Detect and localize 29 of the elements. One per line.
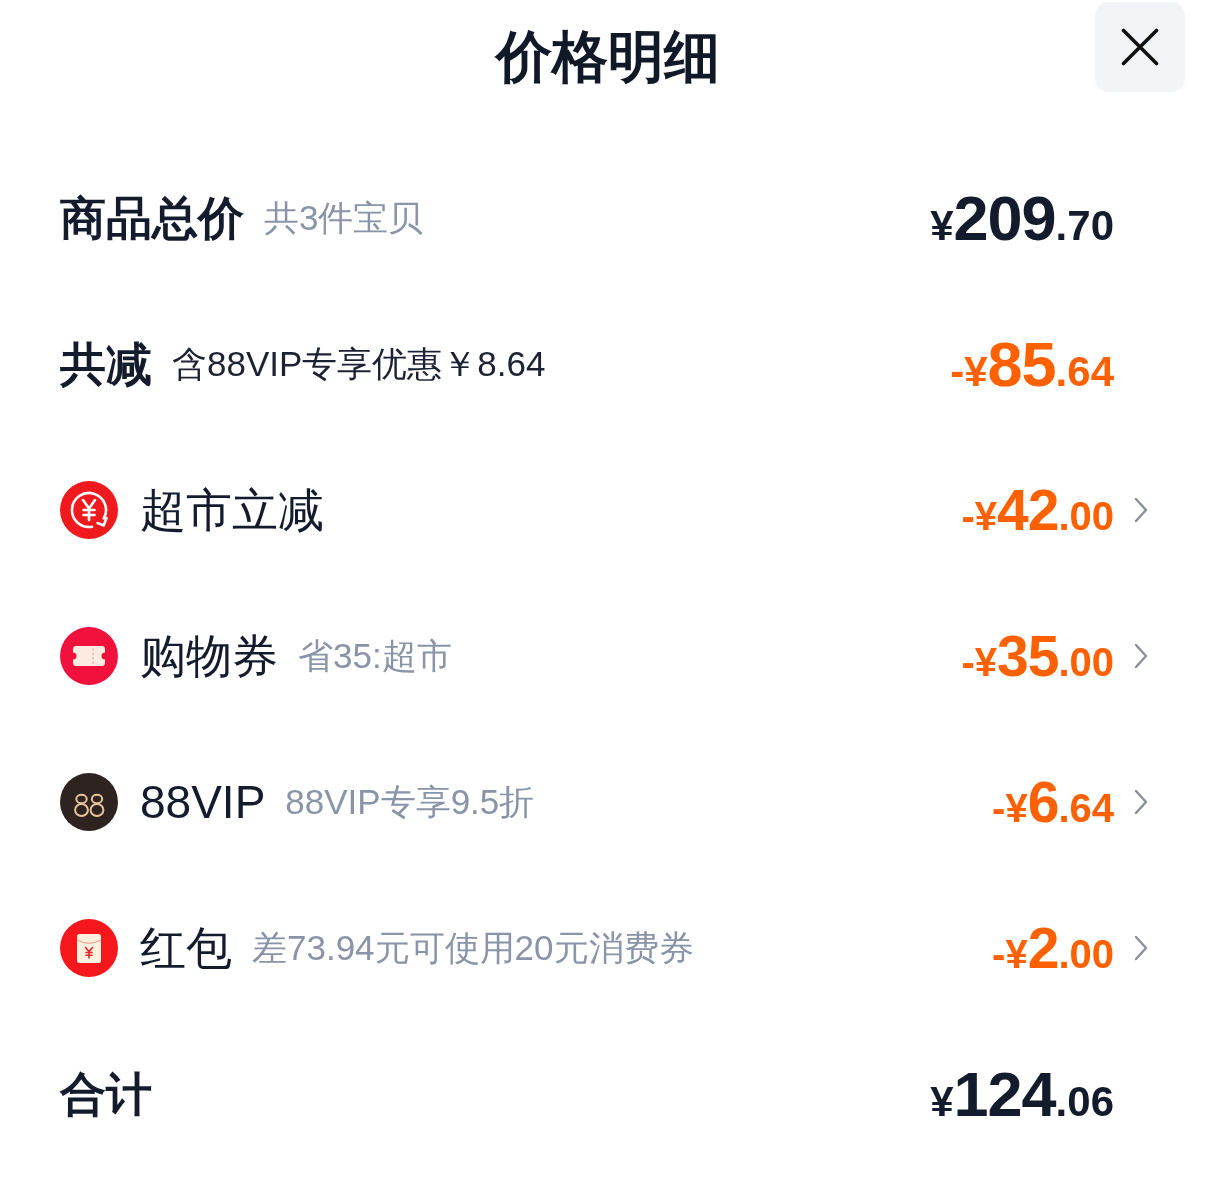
chevron-right-icon[interactable]: [1134, 497, 1148, 523]
row-note: 差73.94元可使用20元消费券: [252, 927, 694, 969]
envelope-icon: [60, 919, 118, 977]
price-amount: ¥124.06: [930, 1062, 1114, 1126]
row-label: 超市立减: [140, 483, 324, 537]
discount-amount: -¥2.00: [992, 919, 1114, 977]
row-label: 商品总价: [60, 191, 244, 245]
chevron-right-icon[interactable]: [1134, 643, 1148, 669]
row-note: 共3件宝贝: [264, 197, 424, 239]
sheet-title: 价格明细: [496, 24, 720, 90]
chevron-right-icon[interactable]: [1134, 935, 1148, 961]
ticket-icon: [60, 627, 118, 685]
price-amount: ¥209.70: [930, 186, 1114, 250]
discount-amount: -¥85.64: [950, 332, 1114, 396]
close-icon: [1121, 28, 1159, 66]
close-button[interactable]: [1095, 2, 1185, 92]
discount-amount: -¥6.64: [992, 773, 1114, 831]
row-label: 合计: [60, 1067, 152, 1121]
row-note: 含88VIP专享优惠￥8.64: [172, 343, 546, 385]
discount-amount: -¥35.00: [961, 627, 1114, 685]
row-label: 88VIP: [140, 775, 266, 829]
row-label: 购物券: [140, 629, 278, 683]
double-eight-icon: [60, 773, 118, 831]
row-label: 红包: [140, 921, 232, 975]
chevron-right-icon[interactable]: [1134, 789, 1148, 815]
row-label: 共减: [60, 337, 152, 391]
row-note: 88VIP专享9.5折: [285, 781, 535, 823]
row-note: 省35:超市: [298, 635, 452, 677]
discount-amount: -¥42.00: [961, 481, 1114, 539]
